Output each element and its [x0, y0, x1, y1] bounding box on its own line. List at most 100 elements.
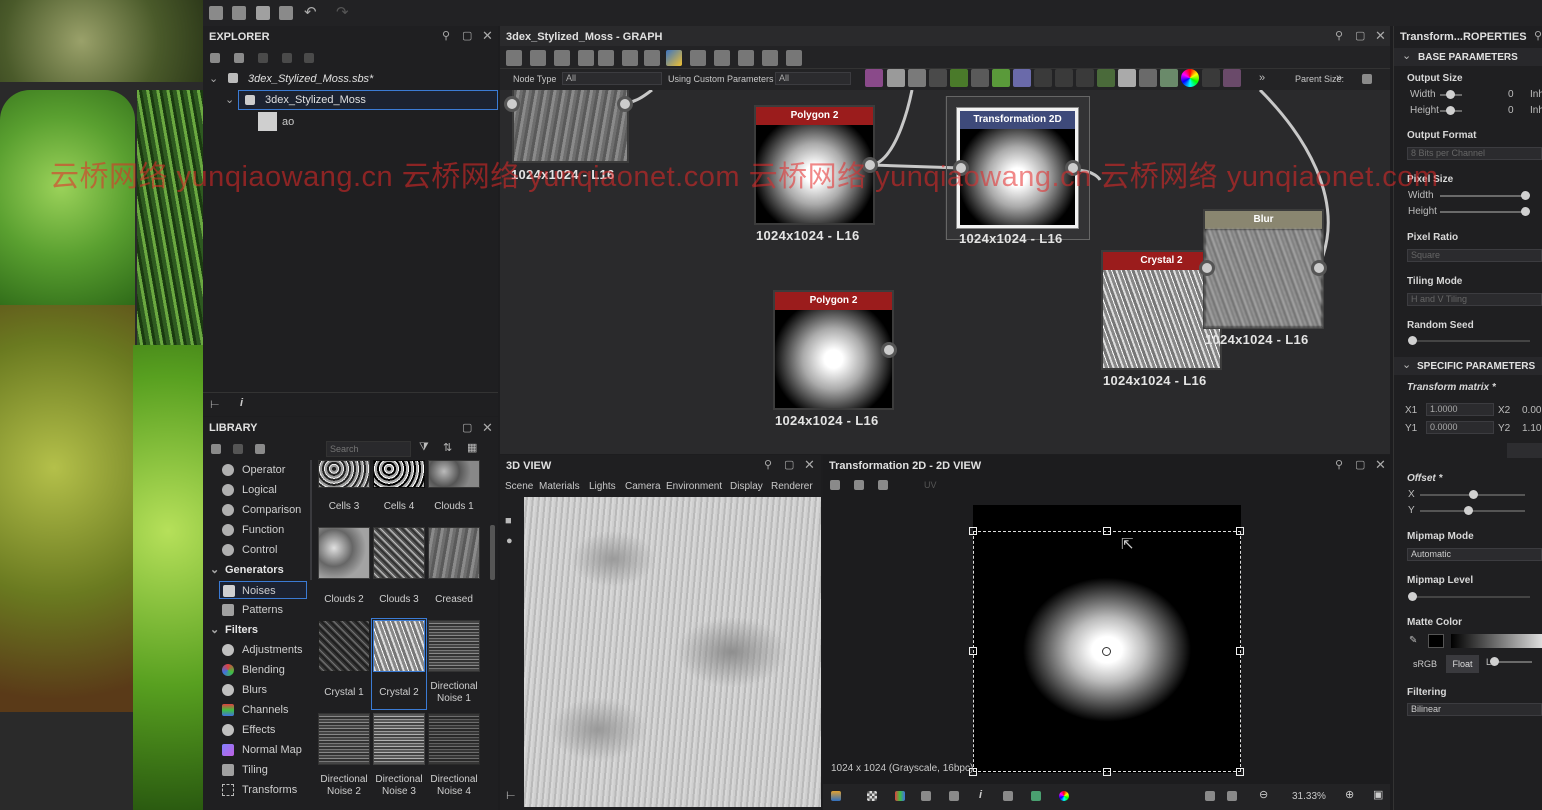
menu-lights[interactable]: Lights	[589, 481, 616, 492]
inherit-height[interactable]: Inh	[1530, 105, 1542, 116]
library-category-noises[interactable]: Noises	[219, 581, 307, 599]
menu-camera[interactable]: Camera	[625, 481, 661, 492]
close-icon[interactable]: ✕	[1375, 457, 1386, 473]
y1-field[interactable]: 0.0000	[1426, 421, 1494, 434]
save-icon[interactable]	[854, 480, 864, 490]
pixel-height-knob[interactable]	[1521, 207, 1530, 216]
pin-icon[interactable]: ⚲	[1335, 29, 1343, 42]
matte-l-knob[interactable]	[1490, 657, 1499, 666]
mipmap-level-knob[interactable]	[1408, 592, 1417, 601]
menu-materials[interactable]: Materials	[539, 481, 580, 492]
close-icon[interactable]: ✕	[482, 28, 493, 44]
input-port[interactable]	[504, 96, 520, 112]
height-slider-knob[interactable]	[1446, 106, 1455, 115]
value-node-icon[interactable]	[1202, 69, 1220, 87]
handle-tm[interactable]	[1103, 527, 1111, 535]
float-icon[interactable]: ▢	[462, 421, 472, 434]
height-node-icon[interactable]	[1118, 69, 1136, 87]
pin-icon[interactable]: ⚲	[764, 458, 772, 471]
blend-node-icon[interactable]	[1013, 69, 1031, 87]
pencil-icon[interactable]	[255, 444, 265, 454]
handle-bm[interactable]	[1103, 768, 1111, 776]
thumb-creased[interactable]	[428, 527, 480, 579]
float-icon[interactable]: ▢	[462, 29, 472, 42]
width-value[interactable]: 0	[1508, 89, 1514, 100]
grid-view-icon[interactable]: ▦	[467, 441, 477, 454]
matrix-button[interactable]	[1507, 443, 1542, 458]
x1-field[interactable]: 1.0000	[1426, 403, 1494, 416]
float-icon[interactable]: ▢	[784, 458, 794, 471]
thumb-cells-4[interactable]	[373, 460, 425, 488]
grid-node-icon[interactable]	[1034, 69, 1052, 87]
menu-environment[interactable]: Environment	[666, 481, 722, 492]
grid-icon[interactable]	[921, 791, 931, 801]
ao-node-icon[interactable]	[1139, 69, 1157, 87]
more-arrow-icon[interactable]: »	[1259, 72, 1265, 84]
filtering-select[interactable]: Bilinear	[1407, 703, 1542, 716]
info-icon[interactable]: i	[979, 789, 982, 801]
camera-icon[interactable]: ■	[505, 515, 512, 527]
thumb-clouds-3[interactable]	[373, 527, 425, 579]
open-folder-icon[interactable]	[256, 6, 270, 20]
pan-icon[interactable]	[1227, 791, 1237, 801]
copy-icon[interactable]	[830, 480, 840, 490]
hierarchy-icon[interactable]: ⊢	[506, 789, 516, 802]
matte-swatch[interactable]	[1428, 634, 1444, 648]
pixel-width-slider[interactable]	[1440, 195, 1526, 197]
y2-value[interactable]: 1.10	[1522, 423, 1541, 434]
export-icon[interactable]	[258, 53, 268, 63]
uv-label[interactable]: UV	[924, 480, 937, 490]
hsl-node-icon[interactable]	[1181, 69, 1199, 87]
bitmap-node-icon[interactable]	[865, 69, 883, 87]
graph-node-polygon-2[interactable]: Polygon 2	[754, 105, 875, 225]
camera-icon[interactable]	[554, 50, 570, 66]
save-package-icon[interactable]	[210, 53, 220, 63]
sort-icon[interactable]: ⇅	[443, 441, 452, 454]
output-port[interactable]	[1311, 260, 1327, 276]
height-value[interactable]: 0	[1508, 105, 1514, 116]
output-port[interactable]	[881, 342, 897, 358]
zoom-out-icon[interactable]: ⊖	[1259, 788, 1268, 801]
menu-renderer[interactable]: Renderer	[771, 481, 813, 492]
output-port[interactable]	[1065, 160, 1081, 176]
float-icon[interactable]: ▢	[1355, 29, 1365, 42]
publish-icon[interactable]	[234, 53, 244, 63]
float-button[interactable]: Float	[1446, 655, 1479, 673]
layers-icon[interactable]	[831, 791, 841, 801]
zoom-level[interactable]: 31.33%	[1292, 791, 1326, 802]
pin-icon[interactable]: ⚲	[1335, 458, 1343, 471]
color-node-icon[interactable]	[908, 69, 926, 87]
levels-node-icon[interactable]	[971, 69, 989, 87]
close-icon[interactable]: ✕	[804, 457, 815, 473]
info-icon[interactable]	[578, 50, 594, 66]
gradient-node-icon[interactable]	[992, 69, 1010, 87]
width-slider-knob[interactable]	[1446, 90, 1455, 99]
offset-x-knob[interactable]	[1469, 490, 1478, 499]
export-icon[interactable]	[878, 480, 888, 490]
layout-icon[interactable]	[644, 50, 660, 66]
settings-icon[interactable]	[304, 53, 314, 63]
histogram-icon[interactable]	[1003, 791, 1013, 801]
tree-row-resource[interactable]: ao	[258, 112, 458, 132]
view3d-viewport[interactable]	[524, 497, 821, 807]
specific-params-header[interactable]: ⌄ SPECIFIC PARAMETERS	[1394, 357, 1542, 375]
refresh-icon[interactable]	[233, 444, 243, 454]
wrench-icon[interactable]	[762, 50, 778, 66]
info-icon[interactable]: i	[240, 397, 243, 409]
graph-node-blur[interactable]: Blur	[1203, 209, 1324, 329]
tree-row-graph[interactable]: ⌄ 3dex_Stylized_Moss	[225, 90, 498, 110]
input-port[interactable]	[1199, 260, 1215, 276]
handle-tl[interactable]	[969, 527, 977, 535]
graph-node-polygon-2-b[interactable]: Polygon 2	[773, 290, 894, 410]
filter-icon[interactable]: ⧩	[419, 441, 429, 454]
offset-y-knob[interactable]	[1464, 506, 1473, 515]
output-port[interactable]	[862, 157, 878, 173]
zoom-in-icon[interactable]: ⊕	[1345, 788, 1354, 801]
fit-icon[interactable]	[1205, 791, 1215, 801]
save-icon[interactable]	[279, 6, 293, 20]
search-icon[interactable]	[598, 50, 614, 66]
library-search-input[interactable]	[326, 441, 411, 457]
center-icon[interactable]	[530, 50, 546, 66]
handle-mr[interactable]	[1236, 647, 1244, 655]
new-package-icon[interactable]	[232, 6, 246, 20]
